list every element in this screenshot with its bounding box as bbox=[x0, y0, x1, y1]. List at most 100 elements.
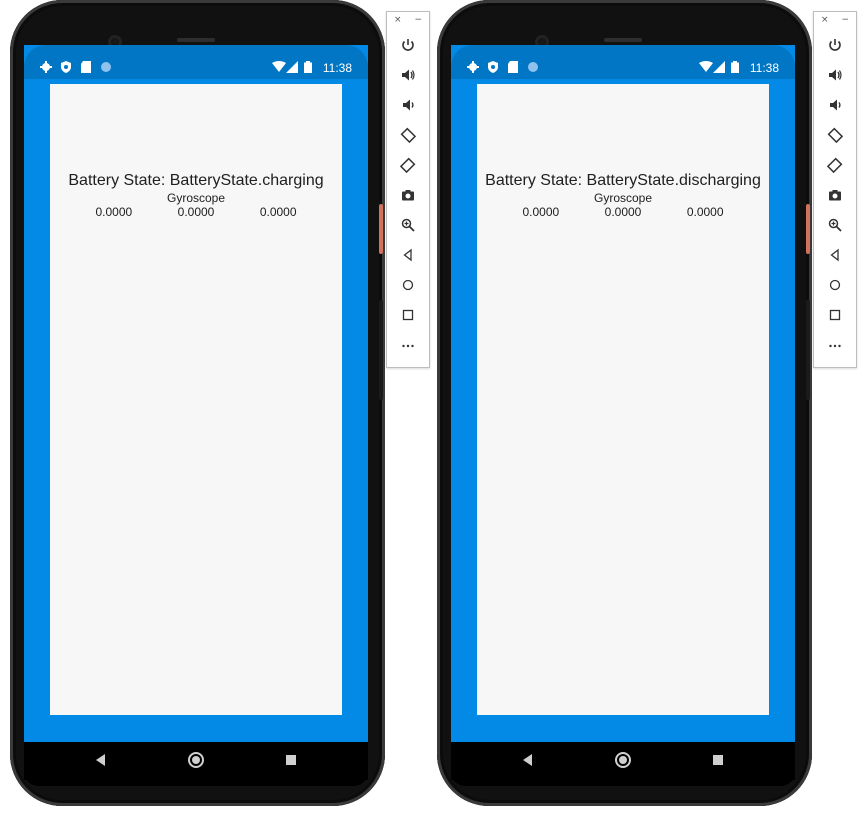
screenshot-button[interactable] bbox=[387, 184, 429, 206]
app-content[interactable]: Battery State: BatteryState.charging Gyr… bbox=[50, 84, 342, 715]
status-time: 11:38 bbox=[749, 61, 779, 75]
battery-icon bbox=[304, 61, 312, 73]
rotate-left-icon bbox=[827, 127, 843, 143]
power-button[interactable] bbox=[814, 34, 856, 56]
gyro-y-value: 0.0000 bbox=[177, 205, 215, 219]
home-button[interactable] bbox=[387, 274, 429, 296]
battery-icon bbox=[731, 61, 739, 73]
volume-down-button[interactable] bbox=[814, 94, 856, 116]
back-icon bbox=[403, 248, 412, 262]
emulator-toolbar-1: × − bbox=[386, 11, 430, 368]
toolbar-close-button[interactable]: × bbox=[821, 15, 829, 25]
more-button[interactable] bbox=[814, 334, 856, 356]
power-icon bbox=[829, 39, 841, 51]
earpiece-speaker bbox=[177, 38, 215, 42]
gyro-z-value: 0.0000 bbox=[259, 205, 297, 219]
gyroscope-label: Gyroscope bbox=[593, 191, 653, 205]
overview-button[interactable] bbox=[814, 304, 856, 326]
nav-home-icon[interactable] bbox=[188, 752, 204, 768]
power-side-button[interactable] bbox=[806, 204, 810, 254]
screenshot-button[interactable] bbox=[814, 184, 856, 206]
zoom-button[interactable] bbox=[814, 214, 856, 236]
screen-bottom-edge bbox=[24, 772, 368, 786]
rotate-right-button[interactable] bbox=[814, 154, 856, 176]
overview-icon bbox=[829, 309, 841, 321]
rotate-left-icon bbox=[400, 127, 416, 143]
earpiece-speaker bbox=[604, 38, 642, 42]
toolbar-window-controls: × − bbox=[814, 15, 856, 27]
overview-button[interactable] bbox=[387, 304, 429, 326]
volume-side-button[interactable] bbox=[806, 300, 810, 400]
rotate-right-icon bbox=[827, 157, 843, 173]
volume-side-button[interactable] bbox=[379, 300, 383, 400]
nav-recents-icon[interactable] bbox=[713, 755, 723, 765]
gyro-x-value: 0.0000 bbox=[95, 205, 133, 219]
volume-up-icon bbox=[402, 69, 415, 81]
camera-icon bbox=[402, 190, 414, 201]
camera-icon bbox=[829, 190, 841, 201]
wifi-icon bbox=[272, 61, 286, 72]
volume-down-button[interactable] bbox=[387, 94, 429, 116]
emulator-toolbar-2: × − bbox=[813, 11, 857, 368]
nav-home-icon[interactable] bbox=[615, 752, 631, 768]
sd-card-icon bbox=[81, 61, 91, 73]
emulator-1: Battery State: BatteryState.charging Gyr… bbox=[10, 0, 385, 806]
toolbar-window-controls: × − bbox=[387, 15, 429, 27]
screen-bottom-edge bbox=[451, 772, 795, 786]
sync-circle-icon bbox=[528, 62, 538, 72]
status-bar: 11:38 bbox=[451, 56, 795, 80]
rotate-right-button[interactable] bbox=[387, 154, 429, 176]
more-button[interactable] bbox=[387, 334, 429, 356]
rotate-right-icon bbox=[400, 157, 416, 173]
home-button[interactable] bbox=[814, 274, 856, 296]
power-side-button[interactable] bbox=[379, 204, 383, 254]
nav-back-icon[interactable] bbox=[96, 754, 105, 766]
cellular-signal-icon bbox=[286, 61, 298, 73]
overview-icon bbox=[402, 309, 414, 321]
back-icon bbox=[830, 248, 839, 262]
nav-recents-icon[interactable] bbox=[286, 755, 296, 765]
volume-up-icon bbox=[829, 69, 842, 81]
back-button[interactable] bbox=[387, 244, 429, 266]
gyro-z-value: 0.0000 bbox=[686, 205, 724, 219]
zoom-button[interactable] bbox=[387, 214, 429, 236]
rotate-left-button[interactable] bbox=[814, 124, 856, 146]
settings-icon bbox=[467, 61, 479, 73]
status-time: 11:38 bbox=[322, 61, 352, 75]
toolbar-minimize-button[interactable]: − bbox=[841, 15, 849, 25]
gyroscope-label: Gyroscope bbox=[166, 191, 226, 205]
gyro-x-value: 0.0000 bbox=[522, 205, 560, 219]
gyroscope-values: 0.0000 0.0000 0.0000 bbox=[477, 205, 769, 219]
more-icon bbox=[829, 344, 841, 348]
volume-down-icon bbox=[403, 99, 414, 111]
home-icon bbox=[829, 279, 841, 291]
status-bar: 11:38 bbox=[24, 56, 368, 80]
rotate-left-button[interactable] bbox=[387, 124, 429, 146]
more-icon bbox=[402, 344, 414, 348]
power-button[interactable] bbox=[387, 34, 429, 56]
cellular-signal-icon bbox=[713, 61, 725, 73]
volume-up-button[interactable] bbox=[814, 64, 856, 86]
app-content[interactable]: Battery State: BatteryState.discharging … bbox=[477, 84, 769, 715]
battery-state-text: Battery State: BatteryState.discharging bbox=[485, 172, 761, 189]
toolbar-close-button[interactable]: × bbox=[394, 15, 402, 25]
gyro-y-value: 0.0000 bbox=[604, 205, 642, 219]
zoom-icon bbox=[828, 218, 842, 232]
volume-down-icon bbox=[830, 99, 841, 111]
volume-up-button[interactable] bbox=[387, 64, 429, 86]
battery-state-text: Battery State: BatteryState.charging bbox=[68, 172, 324, 189]
power-icon bbox=[402, 39, 414, 51]
back-button[interactable] bbox=[814, 244, 856, 266]
sync-circle-icon bbox=[101, 62, 111, 72]
wifi-icon bbox=[699, 61, 713, 72]
play-protect-icon bbox=[488, 61, 498, 73]
sd-card-icon bbox=[508, 61, 518, 73]
gyroscope-values: 0.0000 0.0000 0.0000 bbox=[50, 205, 342, 219]
nav-back-icon[interactable] bbox=[523, 754, 532, 766]
emulator-2: Battery State: BatteryState.discharging … bbox=[437, 0, 812, 806]
device-screen[interactable]: Battery State: BatteryState.charging Gyr… bbox=[24, 45, 368, 742]
toolbar-minimize-button[interactable]: − bbox=[414, 15, 422, 25]
zoom-icon bbox=[401, 218, 415, 232]
settings-icon bbox=[40, 61, 52, 73]
device-screen[interactable]: Battery State: BatteryState.discharging … bbox=[451, 45, 795, 742]
